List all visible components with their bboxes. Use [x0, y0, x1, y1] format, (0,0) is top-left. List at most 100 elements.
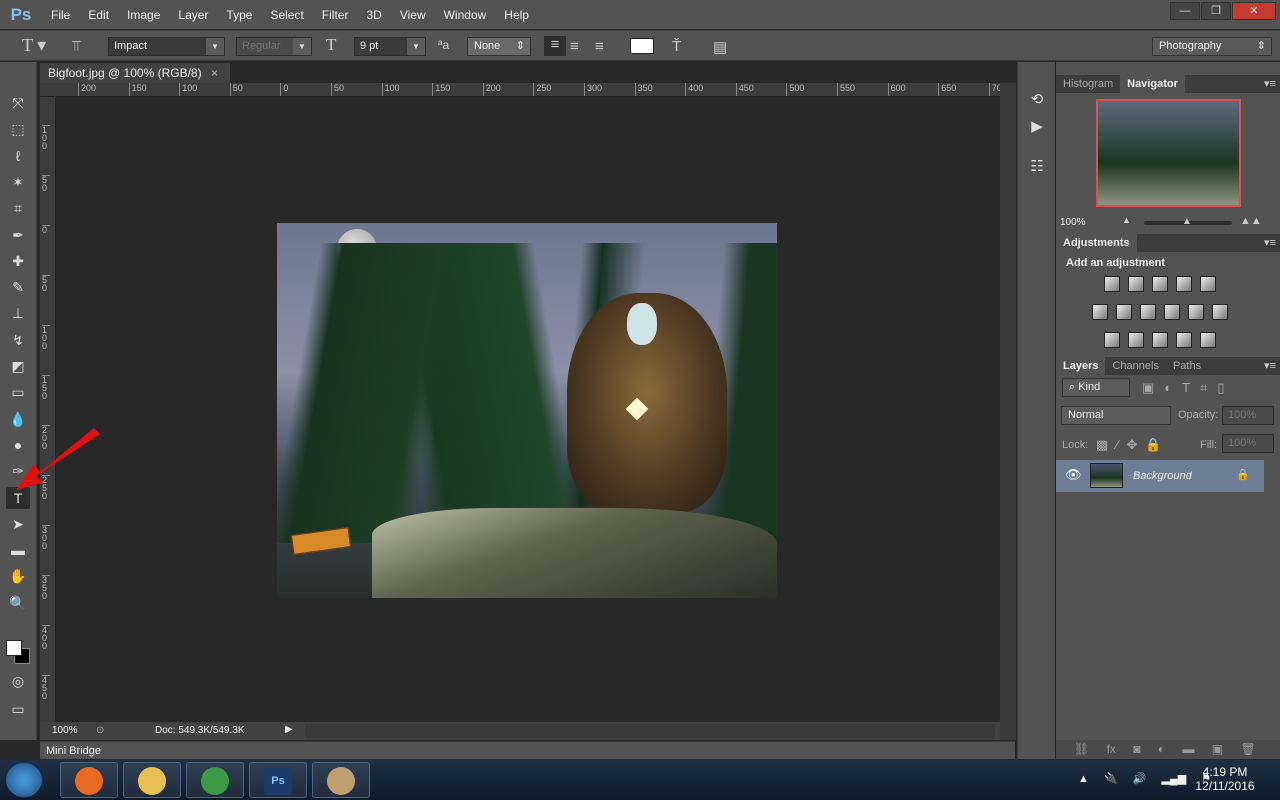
adjustment-icon[interactable] [1176, 276, 1192, 292]
panel-menu-icon[interactable]: ▾≡ [1264, 359, 1276, 372]
navigator-preview[interactable] [1096, 99, 1241, 207]
clock[interactable]: 4:19 PM 12/11/2016 [1190, 765, 1260, 793]
tab-navigator[interactable]: Navigator [1120, 75, 1185, 93]
healing-tool-icon[interactable]: ✚ [6, 250, 30, 272]
tab-adjustments[interactable]: Adjustments [1056, 234, 1137, 252]
hand-tool-icon[interactable]: ✋ [6, 565, 30, 587]
zoom-in-icon[interactable]: ▲▲ [1240, 215, 1262, 227]
vertical-scrollbar[interactable] [1000, 83, 1016, 740]
path-selection-tool-icon[interactable]: ➤ [6, 513, 30, 535]
tab-channels[interactable]: Channels [1105, 357, 1165, 375]
layer-filter-icons[interactable]: ▣◐T⌗▯ [1142, 380, 1235, 396]
menu-window[interactable]: Window [435, 8, 496, 22]
close-tab-icon[interactable]: × [211, 66, 218, 80]
quick-mask-icon[interactable]: ◎ [6, 670, 30, 692]
fx-icon[interactable]: fx [1107, 742, 1116, 756]
rectangle-tool-icon[interactable]: ▬ [6, 539, 30, 561]
brush-tool-icon[interactable]: ✎ [6, 276, 30, 298]
adjustment-icon[interactable] [1128, 332, 1144, 348]
lock-icons[interactable]: ▩∕✥🔒 [1096, 437, 1170, 453]
zoom-level[interactable]: 100% [52, 725, 78, 736]
menu-view[interactable]: View [391, 8, 435, 22]
layer-row-background[interactable]: 👁 Background 🔒 [1056, 460, 1264, 492]
adjustment-icon[interactable] [1152, 276, 1168, 292]
close-button[interactable]: ✕ [1232, 2, 1276, 20]
tab-paths[interactable]: Paths [1166, 357, 1208, 375]
menu-layer[interactable]: Layer [169, 8, 217, 22]
status-info-icon[interactable]: ⊙ [96, 725, 104, 736]
zoom-tool-icon[interactable]: 🔍 [6, 592, 30, 614]
bigfoot-image[interactable] [277, 223, 777, 598]
blend-mode-select[interactable]: Normal [1061, 406, 1171, 425]
zoom-slider-handle[interactable]: ▲ [1182, 216, 1192, 227]
gradient-tool-icon[interactable]: ▭ [6, 381, 30, 403]
menu-3d[interactable]: 3D [357, 8, 390, 22]
align-left-icon[interactable]: ≡ [544, 36, 566, 56]
adjustment-icon[interactable] [1212, 304, 1228, 320]
warp-text-icon[interactable]: Ť [672, 38, 681, 55]
panel-menu-icon[interactable]: ▾≡ [1264, 236, 1276, 249]
font-size-select[interactable]: 9 pt ▼ [354, 37, 426, 56]
opacity-field[interactable]: 100% [1222, 406, 1274, 425]
link-layers-icon[interactable]: ⛓ [1074, 742, 1089, 756]
document-tab[interactable]: Bigfoot.jpg @ 100% (RGB/8) × [40, 63, 230, 83]
taskbar-app-firefox[interactable] [60, 762, 118, 798]
layer-name[interactable]: Background [1133, 470, 1192, 482]
type-tool-preset-icon[interactable]: T ▾ [22, 35, 46, 56]
taskbar-app-chrome[interactable] [186, 762, 244, 798]
adjustment-icon[interactable] [1164, 304, 1180, 320]
move-tool-icon[interactable]: ⤧ [6, 92, 30, 114]
navigator-zoom[interactable]: 100% [1060, 217, 1086, 228]
restore-button[interactable]: ❐ [1201, 2, 1231, 20]
adjustment-icon[interactable] [1104, 276, 1120, 292]
adjustment-layer-icon[interactable]: ◐ [1158, 742, 1165, 756]
align-center-icon[interactable]: ≡ [570, 38, 579, 55]
group-folder-icon[interactable]: ▬ [1182, 742, 1194, 756]
adjustment-icon[interactable] [1176, 332, 1192, 348]
new-layer-icon[interactable]: ▣ [1212, 742, 1223, 756]
font-style-select[interactable]: Regular ▼ [236, 37, 312, 56]
taskbar-app-paint[interactable] [312, 762, 370, 798]
adjustment-icon[interactable] [1152, 332, 1168, 348]
tab-histogram[interactable]: Histogram [1056, 75, 1120, 93]
minimize-button[interactable]: — [1170, 2, 1200, 20]
text-color-swatch[interactable] [630, 38, 654, 54]
antialias-select[interactable]: None ⇕ [467, 37, 531, 56]
foreground-color-swatch[interactable] [6, 640, 22, 656]
adjustment-icon[interactable] [1188, 304, 1204, 320]
eraser-tool-icon[interactable]: ◩ [6, 355, 30, 377]
taskbar-app-file-explorer[interactable] [123, 762, 181, 798]
adjustment-icon[interactable] [1116, 304, 1132, 320]
font-family-select[interactable]: Impact ▼ [108, 37, 225, 56]
fill-field[interactable]: 100% [1222, 434, 1274, 453]
blur-tool-icon[interactable]: 💧 [6, 408, 30, 430]
magic-wand-tool-icon[interactable]: ✶ [6, 171, 30, 193]
history-brush-tool-icon[interactable]: ↯ [6, 329, 30, 351]
toggle-text-orientation-icon[interactable]: ⫪ [72, 38, 80, 55]
menu-file[interactable]: File [42, 8, 79, 22]
properties-icon[interactable]: ☷ [1027, 157, 1047, 177]
actions-play-icon[interactable]: ▶ [1027, 117, 1047, 137]
zoom-out-icon[interactable]: ▲ [1122, 215, 1131, 225]
adjustment-icon[interactable] [1092, 304, 1108, 320]
mini-bridge-tab[interactable]: Mini Bridge [40, 741, 1015, 759]
character-panel-icon[interactable]: ▤ [713, 38, 727, 56]
start-button[interactable] [6, 763, 42, 797]
eyedropper-tool-icon[interactable]: ✒ [6, 224, 30, 246]
adjustment-icon[interactable] [1128, 276, 1144, 292]
marquee-tool-icon[interactable]: ⬚ [6, 118, 30, 140]
menu-filter[interactable]: Filter [313, 8, 358, 22]
adjustment-icon[interactable] [1140, 304, 1156, 320]
add-mask-icon[interactable]: ◙ [1133, 742, 1140, 756]
crop-tool-icon[interactable]: ⌗ [6, 197, 30, 219]
menu-image[interactable]: Image [118, 8, 169, 22]
workspace-select[interactable]: Photography ⇕ [1152, 37, 1272, 56]
tab-layers[interactable]: Layers [1056, 357, 1106, 375]
panel-menu-icon[interactable]: ▾≡ [1264, 77, 1276, 90]
adjustment-icon[interactable] [1200, 332, 1216, 348]
lasso-tool-icon[interactable]: ℓ [6, 145, 30, 167]
menu-edit[interactable]: Edit [79, 8, 118, 22]
menu-select[interactable]: Select [261, 8, 312, 22]
adjustment-icon[interactable] [1200, 276, 1216, 292]
menu-help[interactable]: Help [495, 8, 538, 22]
